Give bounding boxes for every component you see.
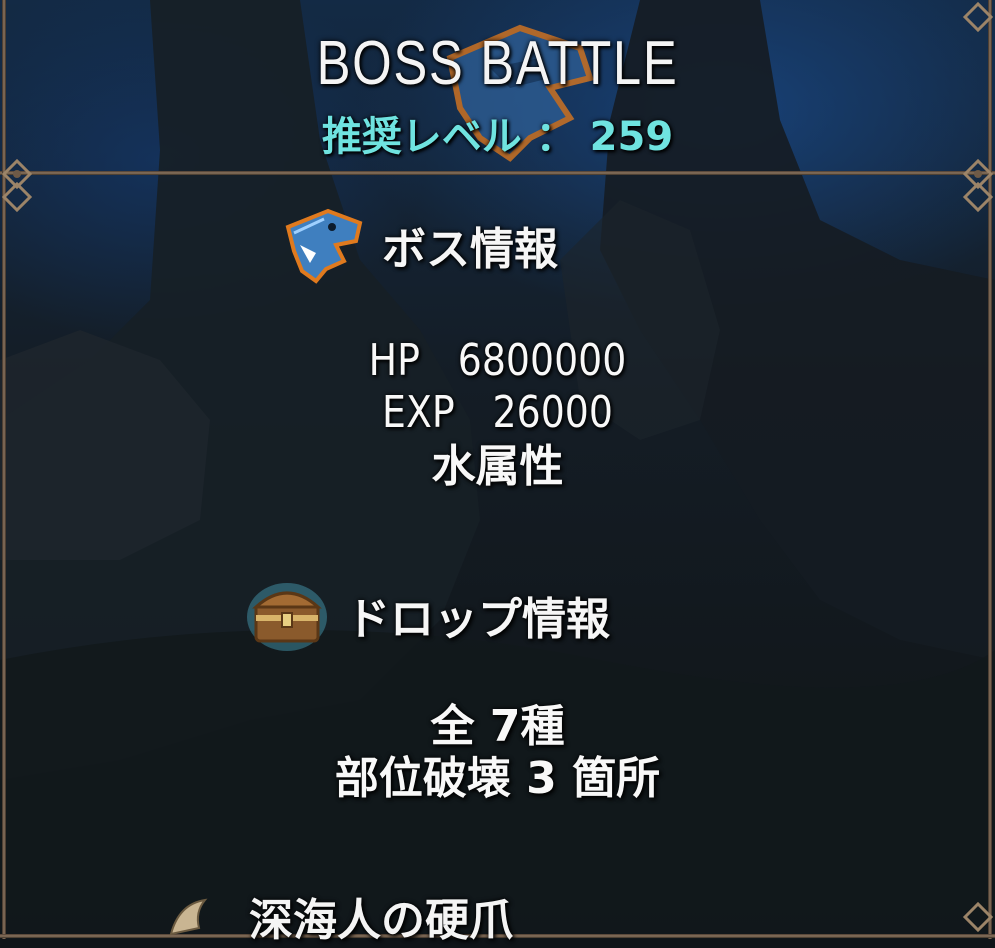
drop-item[interactable]: 深海人の硬爪 bbox=[165, 884, 513, 948]
frame-ornament-icon bbox=[1, 181, 33, 213]
recommended-level: 推奨レベル ： 259 bbox=[321, 114, 674, 160]
boss-info-label: ボス情報 bbox=[382, 224, 558, 275]
claw-icon bbox=[169, 898, 208, 936]
shark-head-icon bbox=[280, 205, 366, 285]
drop-info-label: ドロップ情報 bbox=[346, 594, 610, 645]
boss-attribute: 水属性 bbox=[431, 441, 564, 492]
treasure-chest-icon bbox=[244, 575, 330, 655]
part-break-count: 部位破壊 3 箇所 bbox=[334, 753, 661, 804]
frame-ornament-icon bbox=[962, 1, 994, 33]
frame-ornament-icon bbox=[962, 901, 994, 933]
frame-top-divider bbox=[0, 171, 995, 175]
battle-title: BOSS BATTLE bbox=[316, 29, 679, 98]
frame-ornament-icon bbox=[962, 181, 994, 213]
boss-info-heading: ボス情報 bbox=[280, 205, 558, 285]
drop-item-name: 深海人の硬爪 bbox=[249, 895, 513, 946]
drop-info-heading: ドロップ情報 bbox=[244, 575, 610, 655]
